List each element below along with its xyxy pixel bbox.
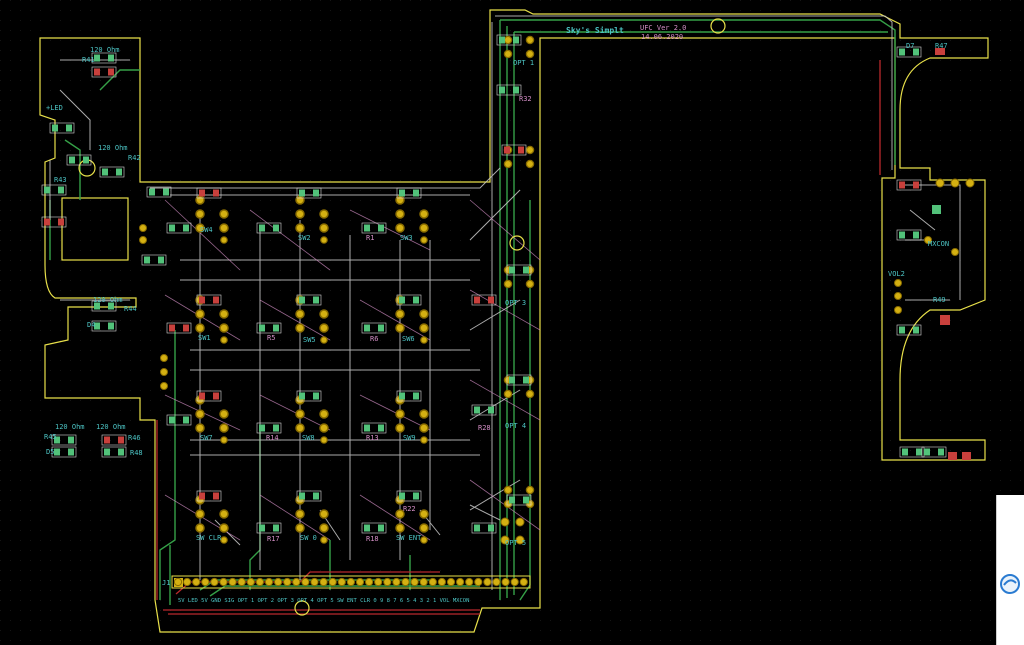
connector-pin [465, 577, 474, 587]
label-res-top: 120 Ohm [90, 46, 120, 54]
connector-pin [292, 577, 301, 587]
smd-pad-green [932, 205, 941, 214]
label-sw9: SW9 [403, 434, 416, 442]
connector-pin [519, 577, 528, 587]
connector-pin [210, 577, 219, 587]
connector-pin [483, 577, 492, 587]
label-opt5: OPT 5 [505, 539, 526, 547]
label-d7: D7 [906, 42, 914, 50]
label-vol2: VOL2 [888, 270, 905, 278]
label-mxcon: MXCON [928, 240, 949, 248]
connector-pin [264, 577, 274, 587]
label-sw4: SW4 [200, 226, 213, 234]
label-sw-clr: SW CLR [196, 534, 222, 542]
connector-pin [501, 577, 510, 587]
connector-pin [492, 577, 501, 587]
label-led-plus: +LED [46, 104, 63, 112]
label-r6: R6 [370, 335, 378, 343]
label-res-mid: 120 Ohm [98, 144, 128, 152]
label-r28: R28 [478, 424, 491, 432]
label-sw1: SW1 [198, 334, 211, 342]
connector-pin [319, 577, 328, 587]
label-sw5: SW5 [303, 336, 316, 344]
connector-pin [428, 577, 437, 587]
connector-pin [183, 577, 192, 587]
label-r47: R47 [935, 42, 948, 50]
connector-pin [328, 577, 337, 587]
label-res-bl2: 120 Ohm [96, 423, 126, 431]
smd-pad-red [940, 315, 950, 325]
connector-pin [346, 577, 355, 587]
connector-pin-labels: 5V LED 5V GND SIG OPT 1 OPT 2 OPT 3 OPT … [178, 598, 469, 604]
connector-pin [310, 577, 319, 587]
label-opt3: OPT 3 [505, 299, 526, 307]
connector-pin [192, 577, 201, 587]
label-sw7: SW7 [200, 434, 213, 442]
app-logo-icon[interactable] [999, 573, 1021, 595]
connector-pin [419, 577, 428, 587]
board-date: 14.06.2020 [641, 33, 683, 41]
connector-pin [255, 577, 264, 587]
smd-pad-red [948, 452, 957, 460]
connector-pin [456, 577, 465, 587]
label-r42: R42 [128, 154, 141, 162]
connector-pin [219, 577, 228, 587]
connector-pin [474, 577, 483, 587]
label-r5: R5 [267, 334, 275, 342]
connector-pin [301, 577, 310, 587]
label-sw-0: SW 0 [300, 534, 317, 542]
label-opt4: OPT 4 [505, 422, 526, 430]
label-r41: R41 [82, 56, 95, 64]
label-sw2: SW2 [298, 234, 311, 242]
connector-pin [365, 577, 374, 587]
label-r17: R17 [267, 535, 280, 543]
label-r44: R44 [124, 305, 137, 313]
label-r14: R14 [266, 434, 279, 442]
connector-pin [337, 577, 346, 587]
connector-pin [201, 577, 210, 587]
connector-pin [283, 577, 292, 587]
side-app-panel [996, 495, 1024, 645]
connector-pin [437, 577, 446, 587]
connector-pin [383, 577, 392, 587]
label-d4: D4 [87, 321, 95, 329]
label-res-left: 120 Ohm [93, 296, 123, 304]
label-sw6: SW6 [402, 335, 415, 343]
connector-pin [246, 577, 255, 587]
connector-pin [410, 577, 419, 587]
label-res-bl1: 120 Ohm [55, 423, 85, 431]
connector-pin [228, 577, 237, 587]
board-version: UFC Ver 2.0 [640, 24, 686, 32]
label-r46: R46 [128, 434, 141, 442]
smd-pad-red [962, 452, 971, 460]
label-r45: R45 [44, 433, 57, 441]
label-j1: J1 [162, 579, 170, 587]
label-r1: R1 [366, 234, 374, 242]
connector-pin [173, 577, 183, 587]
label-r22: R22 [403, 505, 416, 513]
connector-pin [392, 577, 401, 587]
connector-pin [401, 577, 410, 587]
label-r49: R49 [933, 296, 946, 304]
label-r32: R32 [519, 95, 532, 103]
label-opt1: OPT 1 [513, 59, 534, 67]
label-sw3: SW3 [400, 234, 413, 242]
label-r13: R13 [366, 434, 379, 442]
label-r48: R48 [130, 449, 143, 457]
connector-pin [510, 577, 519, 587]
label-d5: D5 [46, 448, 54, 456]
label-sw8: SW8 [302, 434, 315, 442]
connector-pin [355, 577, 365, 587]
label-sw-ent: SW ENT [396, 534, 422, 542]
connector-pin [446, 577, 456, 587]
label-r18: R18 [366, 535, 379, 543]
connector-pin [374, 577, 383, 587]
label-r43: R43 [54, 176, 67, 184]
connector-pin [237, 577, 246, 587]
pcb-canvas[interactable]: 5V LED 5V GND SIG OPT 1 OPT 2 OPT 3 OPT … [0, 0, 1024, 645]
connector-pin [274, 577, 283, 587]
board-title: Sky's Simplt [566, 25, 624, 35]
